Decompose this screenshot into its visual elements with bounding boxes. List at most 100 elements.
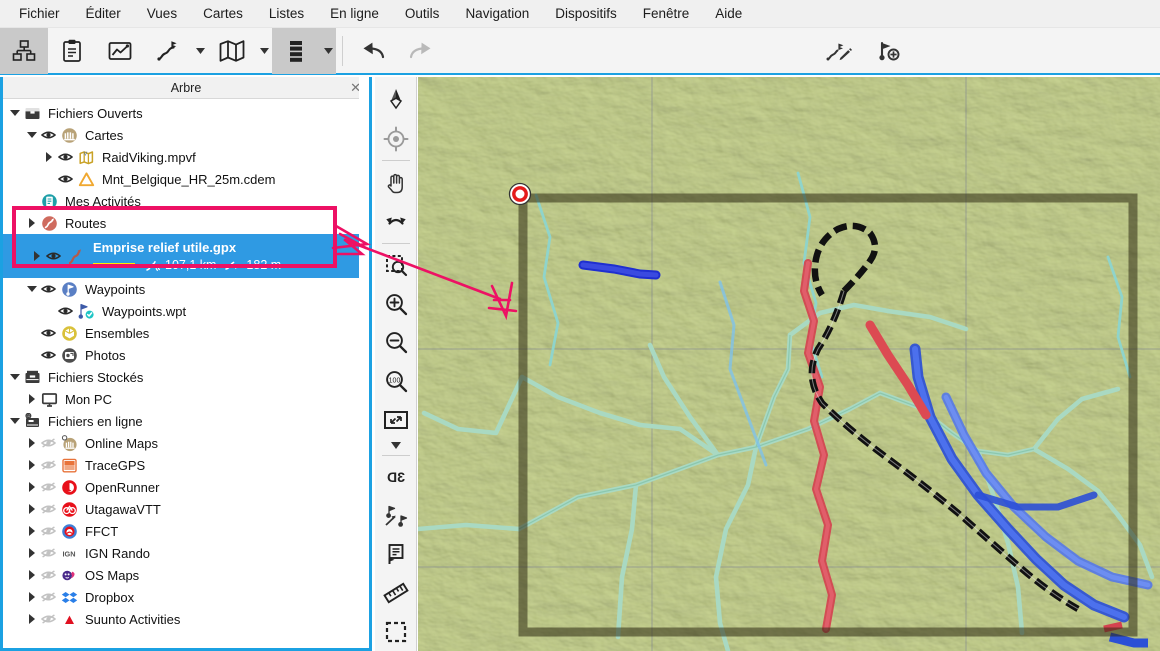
menu-en-ligne[interactable]: En ligne	[317, 2, 392, 25]
menu-editer[interactable]: Éditer	[73, 2, 134, 25]
zoom-out-button[interactable]	[376, 323, 416, 362]
tree-item-online-maps[interactable]: Online Maps	[3, 432, 369, 454]
redo-button[interactable]	[397, 28, 445, 74]
tree-item-cartes[interactable]: Cartes	[3, 124, 369, 146]
tree-item-raidviking[interactable]: V RaidViking.mpvf	[3, 146, 369, 168]
tree-item-photos[interactable]: Photos	[3, 344, 369, 366]
visibility-toggle-icon[interactable]	[38, 525, 58, 537]
rotate-undo-button[interactable]	[376, 202, 416, 241]
expand-toggle[interactable]	[26, 586, 38, 608]
map-folded-button[interactable]	[208, 28, 256, 74]
menu-navigation[interactable]: Navigation	[452, 2, 542, 25]
tree-item-mnt-belgique[interactable]: Mnt_Belgique_HR_25m.cdem	[3, 168, 369, 190]
zoom-selection-button[interactable]	[376, 246, 416, 285]
route-flag-dropdown-caret[interactable]	[192, 28, 208, 74]
tree-item-tracegps[interactable]: TraceGPS	[3, 454, 369, 476]
tree-item-fichiers-ouverts[interactable]: Fichiers Ouverts	[3, 102, 369, 124]
expand-toggle[interactable]	[26, 432, 38, 454]
layers-dropdown-caret[interactable]	[320, 27, 336, 74]
visibility-toggle-icon[interactable]	[55, 151, 75, 163]
tree-item-mes-activites[interactable]: Mes Activités	[3, 190, 369, 212]
visibility-toggle-icon[interactable]	[38, 481, 58, 493]
route-edit-pencil-button[interactable]	[816, 28, 864, 74]
visibility-toggle-icon[interactable]	[38, 459, 58, 471]
expand-toggle[interactable]	[26, 476, 38, 498]
route-start-marker[interactable]	[508, 182, 532, 206]
expand-toggle[interactable]	[26, 608, 38, 630]
tree-item-dropbox[interactable]: Dropbox	[3, 586, 369, 608]
profile-chart-button[interactable]	[96, 28, 144, 74]
expand-toggle[interactable]	[26, 498, 38, 520]
menu-dispositifs[interactable]: Dispositifs	[542, 2, 630, 25]
visibility-toggle-icon[interactable]	[38, 591, 58, 603]
visibility-toggle-icon[interactable]	[38, 129, 58, 141]
visibility-toggle-icon[interactable]	[38, 569, 58, 581]
note-flag-button[interactable]	[376, 535, 416, 574]
expand-toggle[interactable]	[26, 278, 38, 300]
tree-item-os-maps[interactable]: OS Maps	[3, 564, 369, 586]
map-dropdown-caret[interactable]	[256, 28, 272, 74]
tree-item-fichiers-en-ligne[interactable]: Fichiers en ligne	[3, 410, 369, 432]
tree-hierarchy-button[interactable]	[0, 27, 48, 74]
menu-fenetre[interactable]: Fenêtre	[630, 2, 703, 25]
visibility-toggle-icon[interactable]	[38, 327, 58, 339]
tree-item-openrunner[interactable]: OpenRunner	[3, 476, 369, 498]
tree-body[interactable]: Fichiers Ouverts Cartes V RaidViking.mpvf Mn…	[3, 99, 369, 644]
tree-item-ffct[interactable]: FFCT	[3, 520, 369, 542]
menu-outils[interactable]: Outils	[392, 2, 453, 25]
expand-toggle[interactable]	[26, 388, 38, 410]
visibility-toggle-icon[interactable]	[38, 349, 58, 361]
menu-listes[interactable]: Listes	[256, 2, 317, 25]
expand-toggle[interactable]	[9, 102, 21, 124]
menu-vues[interactable]: Vues	[134, 2, 190, 25]
visibility-toggle-icon[interactable]	[38, 437, 58, 449]
expand-toggle[interactable]	[43, 146, 55, 168]
view-3d-button[interactable]: 3D	[376, 458, 416, 497]
layers-stack-button[interactable]	[272, 27, 320, 74]
zoom-in-button[interactable]	[376, 284, 416, 323]
select-rectangle-button[interactable]	[376, 612, 416, 651]
expand-toggle[interactable]	[26, 564, 38, 586]
expand-toggle[interactable]	[26, 124, 38, 146]
expand-toggle[interactable]	[9, 366, 21, 388]
fit-screen-button[interactable]	[376, 400, 416, 439]
route-flag-button[interactable]	[144, 28, 192, 74]
waypoint-add-button[interactable]	[864, 28, 912, 74]
expand-toggle[interactable]	[9, 410, 21, 432]
tree-item-waypoints-wpt[interactable]: Waypoints.wpt	[3, 300, 369, 322]
tree-scrollbar[interactable]	[359, 77, 369, 622]
visibility-toggle-icon[interactable]	[38, 547, 58, 559]
zoom-100-button[interactable]: 100	[376, 362, 416, 401]
visibility-toggle-icon[interactable]	[55, 173, 75, 185]
tree-item-ign-rando[interactable]: IGN IGN Rando	[3, 542, 369, 564]
tree-item-utagawavtt[interactable]: UtagawaVTT	[3, 498, 369, 520]
tree-item-mon-pc[interactable]: Mon PC	[3, 388, 369, 410]
tree-item-waypoints-group[interactable]: Waypoints	[3, 278, 369, 300]
tree-item-routes[interactable]: Routes	[3, 212, 369, 234]
tree-item-ensembles[interactable]: Ensembles	[3, 322, 369, 344]
visibility-toggle-icon[interactable]	[43, 250, 63, 262]
expand-toggle[interactable]	[31, 245, 43, 267]
expand-toggle[interactable]	[26, 520, 38, 542]
expand-toggle[interactable]	[26, 542, 38, 564]
expand-toggle[interactable]	[26, 212, 38, 234]
tree-item-suunto[interactable]: Suunto Activities	[3, 608, 369, 630]
map-canvas[interactable]	[418, 77, 1160, 651]
waypoints-pair-button[interactable]	[376, 496, 416, 535]
compass-north-button[interactable]	[376, 81, 416, 120]
expand-toggle[interactable]	[26, 454, 38, 476]
tree-item-fichiers-stockes[interactable]: Fichiers Stockés	[3, 366, 369, 388]
ruler-measure-button[interactable]	[376, 574, 416, 613]
gps-target-button[interactable]	[376, 120, 416, 159]
visibility-toggle-icon[interactable]	[38, 283, 58, 295]
menu-cartes[interactable]: Cartes	[190, 2, 256, 25]
pan-hand-button[interactable]	[376, 163, 416, 202]
visibility-toggle-icon[interactable]	[38, 503, 58, 515]
menu-fichier[interactable]: Fichier	[6, 2, 73, 25]
clipboard-button[interactable]	[48, 28, 96, 74]
tree-item-emprise-relief[interactable]: Emprise relief utile.gpx 107,1 km 182 m	[3, 234, 369, 278]
undo-button[interactable]	[349, 28, 397, 74]
menu-aide[interactable]: Aide	[702, 2, 755, 25]
fit-screen-dropdown-caret[interactable]	[376, 439, 416, 453]
visibility-toggle-icon[interactable]	[38, 613, 58, 625]
